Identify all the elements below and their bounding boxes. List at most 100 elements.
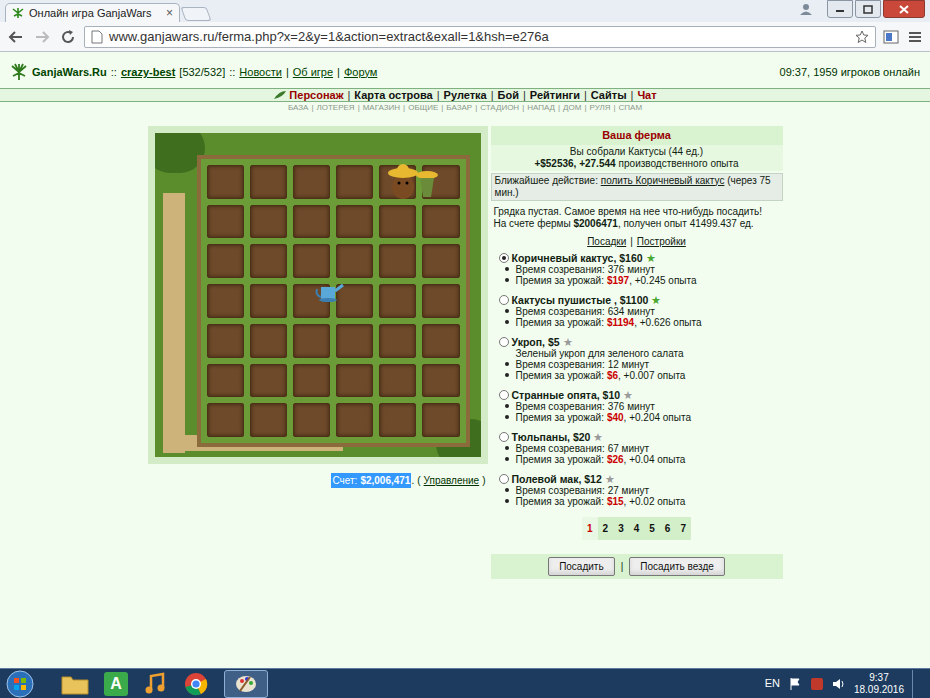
farm-plot[interactable] [250, 165, 287, 199]
farm-plot[interactable] [207, 324, 244, 358]
farm-plot[interactable] [336, 284, 373, 318]
user-link[interactable]: crazy-best [121, 64, 175, 81]
farm-plot[interactable] [250, 403, 287, 437]
profile-button[interactable] [793, 0, 819, 18]
header-link[interactable]: Форум [344, 64, 377, 81]
farm-plot[interactable] [207, 244, 244, 278]
plant-radio[interactable] [499, 390, 509, 400]
forward-icon[interactable] [32, 28, 52, 46]
new-tab-button[interactable] [180, 7, 211, 21]
nav-item[interactable]: Рулетка [444, 87, 487, 104]
farm-plot[interactable] [336, 364, 373, 398]
app-button[interactable]: A [104, 672, 128, 696]
language-indicator[interactable]: EN [765, 675, 780, 692]
plant-button[interactable]: Посадить [548, 557, 615, 576]
subnav-link[interactable]: РУЛЯ [589, 102, 610, 114]
address-bar[interactable]: www.ganjawars.ru/ferma.php?x=2&y=1&actio… [84, 26, 876, 48]
farm-plot[interactable] [336, 403, 373, 437]
plant-radio[interactable] [499, 253, 509, 263]
farm-plot[interactable] [336, 205, 373, 239]
farm-plot[interactable] [207, 284, 244, 318]
volume-icon[interactable] [832, 677, 846, 691]
header-link[interactable]: Новости [239, 64, 282, 81]
start-icon[interactable] [4, 670, 36, 698]
close-button[interactable] [883, 0, 925, 18]
subnav-link[interactable]: ДОМ [563, 102, 581, 114]
subnav-link[interactable]: МАГАЗИН [363, 102, 400, 114]
star-icon[interactable] [855, 30, 869, 44]
nav-item[interactable]: Рейтинги [530, 87, 580, 104]
music-icon[interactable] [142, 672, 168, 696]
show-desktop-button[interactable] [912, 670, 922, 698]
farm-plot[interactable] [422, 324, 459, 358]
flag-icon[interactable] [788, 677, 802, 691]
clock[interactable]: 9:37 18.09.2016 [854, 672, 904, 696]
page-link[interactable]: 6 [660, 517, 676, 540]
farm-plot[interactable] [250, 324, 287, 358]
maximize-button[interactable] [855, 0, 881, 18]
reload-icon[interactable] [58, 28, 78, 46]
farm-plot[interactable] [250, 205, 287, 239]
subnav-link[interactable]: БАЗАР [446, 102, 472, 114]
site-logo[interactable]: GanjaWars.Ru [32, 64, 107, 81]
nav-item[interactable]: Сайты [591, 87, 627, 104]
farm-plot[interactable] [379, 284, 416, 318]
page-link[interactable]: 3 [613, 517, 629, 540]
farmer-icon[interactable] [387, 161, 439, 201]
browser-tab[interactable]: Онлайн игра GanjaWars × [5, 3, 180, 22]
plant-radio[interactable] [499, 432, 509, 442]
farm-plot[interactable] [422, 205, 459, 239]
farm-plot[interactable] [250, 284, 287, 318]
plant-option[interactable]: Странные опята, $10★Время созревания:376… [499, 389, 783, 423]
plant-option[interactable]: Коричневый кактус, $160★Время созревания… [499, 252, 783, 286]
farm-plot[interactable] [293, 244, 330, 278]
farm-plot[interactable] [207, 205, 244, 239]
menu-icon[interactable] [906, 28, 924, 46]
farm-plot[interactable] [336, 165, 373, 199]
watering-can-icon[interactable] [313, 279, 345, 303]
plant-radio[interactable] [499, 474, 509, 484]
farm-plot[interactable] [293, 205, 330, 239]
plant-radio[interactable] [499, 295, 509, 305]
farm-plot[interactable] [379, 364, 416, 398]
farm-plot[interactable] [207, 364, 244, 398]
subnav-link[interactable]: НАПАД [527, 102, 555, 114]
panel-tab[interactable]: Посадки [587, 234, 626, 249]
chrome-icon[interactable] [182, 671, 210, 697]
farm-plot[interactable] [379, 403, 416, 437]
page-link[interactable]: 5 [644, 517, 660, 540]
header-link[interactable]: Об игре [293, 64, 333, 81]
panel-tab[interactable]: Постройки [637, 234, 686, 249]
subnav-link[interactable]: СПАМ [619, 102, 643, 114]
farm-plot[interactable] [293, 403, 330, 437]
nav-item[interactable]: Персонаж [273, 87, 343, 104]
farm-plot[interactable] [293, 364, 330, 398]
farm-plot[interactable] [207, 403, 244, 437]
farm-plot[interactable] [293, 165, 330, 199]
nav-item[interactable]: Чат [637, 87, 656, 104]
nav-item[interactable]: Бой [498, 87, 519, 104]
farm-plot[interactable] [379, 324, 416, 358]
nav-item[interactable]: Карта острова [354, 87, 432, 104]
tab-close[interactable]: × [166, 7, 173, 19]
farm-plot[interactable] [422, 284, 459, 318]
minimize-button[interactable] [827, 0, 853, 18]
page-link[interactable]: 1 [582, 517, 598, 540]
farm-plot[interactable] [293, 324, 330, 358]
extension-icon[interactable] [882, 28, 900, 46]
farm-plot[interactable] [336, 324, 373, 358]
farm-plot[interactable] [250, 244, 287, 278]
subnav-link[interactable]: БАЗА [288, 102, 309, 114]
page-link[interactable]: 2 [598, 517, 614, 540]
folder-icon[interactable] [60, 672, 90, 696]
back-icon[interactable] [6, 28, 26, 46]
farm-plot[interactable] [336, 244, 373, 278]
plant-option[interactable]: Тюльпаны, $20★Время созревания:67 минутП… [499, 431, 783, 465]
farm-plot[interactable] [207, 165, 244, 199]
subnav-link[interactable]: СТАДИОН [480, 102, 519, 114]
tray-app-icon[interactable] [810, 677, 824, 691]
farm-plot[interactable] [250, 364, 287, 398]
plant-option[interactable]: Укроп, $5★Зеленый укроп для зеленого сал… [499, 336, 783, 381]
farm-plot[interactable] [422, 244, 459, 278]
page-link[interactable]: 4 [629, 517, 645, 540]
